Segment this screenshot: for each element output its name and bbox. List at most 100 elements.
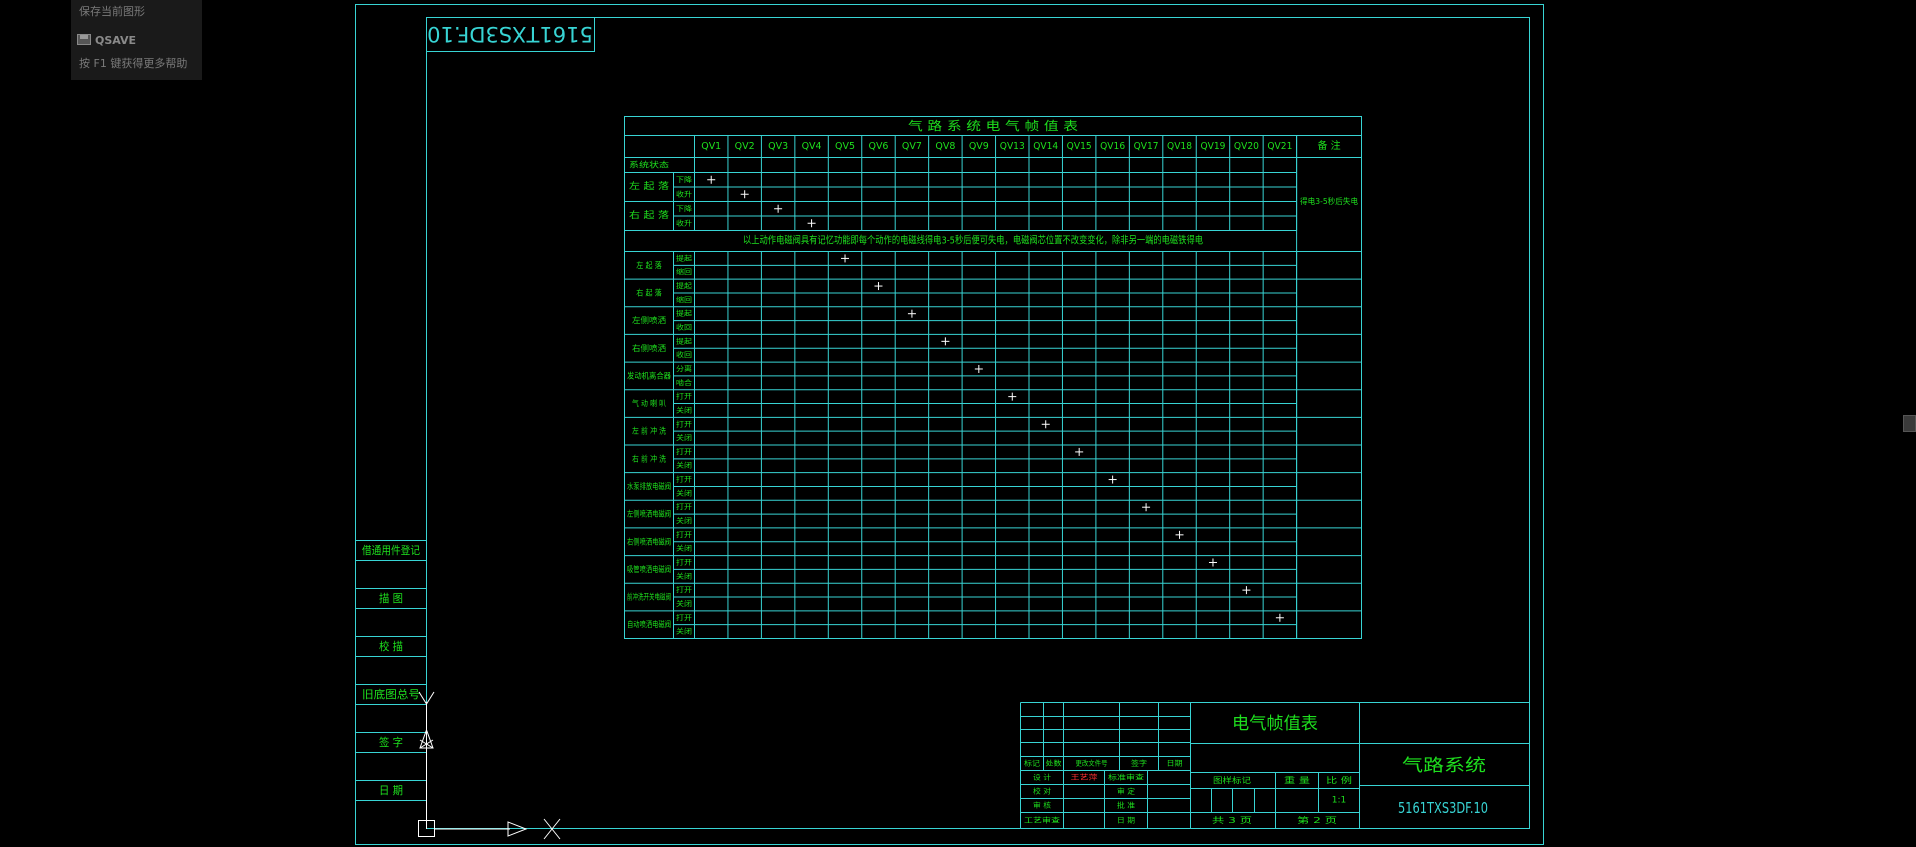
inner-border [426,17,1530,829]
state-label: 关闭 [676,627,692,636]
group-label: 左侧喷洒 [632,315,666,325]
signoff-label: 日 期 [1117,817,1135,825]
total-pages: 共 3 页 [1212,816,1252,825]
column-header: QV1 [701,141,721,152]
system-name: 气路系统 [1402,756,1486,776]
signoff-label: 审 核 [1033,801,1051,810]
state-label: 打开 [676,475,692,484]
state-label: 提起 [676,336,692,345]
ucs-icon [418,691,561,840]
designer-name: 王艺萍 [1071,773,1098,782]
group-label: 左侧喷洒电磁阀 [627,509,671,519]
table-outline [624,116,1362,639]
revision-header: 标记 [1024,759,1040,768]
column-header: QV13 [1000,141,1025,152]
note-row: 以上动作电磁阀具有记忆功能即每个动作的电磁线得电3-5秒后便可失电，电磁阀芯位置… [743,234,1203,247]
cad-line [426,691,435,705]
left-panel-label: 日 期 [379,784,403,797]
left-panel-label: 描 图 [379,591,403,605]
state-label: 缩回 [676,295,692,304]
signoff-label: 设 计 [1033,773,1051,782]
mirrored-code-box: 5161TXS3DF.10 [426,17,595,52]
column-header: QV8 [935,141,955,152]
state-label: 缩回 [676,267,692,276]
state-label: 关闭 [676,488,692,497]
column-header: QV7 [902,141,922,152]
state-label: 打开 [676,613,692,622]
state-label: 关闭 [676,599,692,608]
group-label: 前冲洗开关电磁阀 [627,592,671,602]
table-title: 气 路 系 统 电 气 帧 值 表 [908,118,1078,133]
group-label: 右 起 落 [629,209,669,221]
column-header: QV20 [1234,141,1259,152]
revision-header: 更改文件号 [1076,759,1108,768]
left-panel-label: 旧底图总号 [362,687,420,701]
column-header: QV21 [1267,141,1292,152]
column-header: QV19 [1200,141,1225,152]
column-header: QV16 [1100,141,1125,152]
group-label: 水泵排放电磁阀 [627,481,671,491]
left-panel-label: 签 字 [379,735,403,749]
group-label: 右侧喷洒 [632,343,666,353]
state-label: 提起 [676,253,692,262]
revision-header: 处数 [1046,759,1062,768]
ucs-y-letter [418,691,427,705]
group-label: 左 起 落 [636,260,662,270]
state-label: 啮合 [676,378,692,387]
column-header: QV18 [1167,141,1192,152]
state-label: 关闭 [676,461,692,470]
state-label: 打开 [676,585,692,594]
group-label: 左 起 落 [629,180,669,192]
electrical-frame-value-table: 气 路 系 统 电 气 帧 值 表 QV1 QV2 QV3 QV4 QV5 QV6 QV7 QV… [624,116,1362,639]
state-label: 收升 [676,189,692,198]
group-label: 右 起 落 [636,287,662,297]
signoff-label: 标准审查 [1108,773,1144,782]
left-side-register-panel: 借通用件登记描 图校 描旧底图总号签 字日 期 [355,540,427,801]
scale-value: 1:1 [1332,796,1346,806]
stage-mark-label: 图样标记 [1213,775,1251,785]
group-label: 发动机离合器 [627,370,671,380]
signoff-label: 审 定 [1117,787,1135,796]
column-header: QV3 [768,141,788,152]
signoff-label: 校 对 [1033,787,1051,796]
state-label: 收回 [676,350,692,359]
drawing-name: 电气帧值表 [1232,714,1318,734]
column-header: QV4 [802,141,822,152]
state-label: 打开 [676,557,692,566]
state-label: 提起 [676,309,692,318]
system-state-label: 系统状态 [629,160,669,170]
state-label: 打开 [676,392,692,401]
group-label: 右 前 冲 洗 [632,453,666,463]
left-panel-label: 借通用件登记 [362,543,420,557]
group-label: 气 动 喇 叭 [632,398,666,408]
revision-header: 签字 [1131,759,1147,768]
top-remark: 得电3-5秒后失电 [1300,196,1358,206]
state-label: 关闭 [676,571,692,580]
drawing-canvas[interactable]: 5161TXS3DF.10 气 路 系 统 电 气 帧 值 表 QV1 QV2 QV3… [0,0,1916,847]
mirrored-code-text: 5161TXS3DF.10 [427,22,593,46]
remarks-header: 备 注 [1317,139,1340,152]
state-label: 打开 [676,447,692,456]
signoff-label: 工艺审查 [1024,816,1060,825]
left-panel-label: 校 描 [379,639,403,653]
column-header: QV5 [835,141,855,152]
column-header: QV17 [1134,141,1159,152]
state-label: 收升 [676,218,692,227]
state-label: 分离 [676,364,692,373]
column-header: QV6 [868,141,888,152]
page-number: 第 2 页 [1297,815,1337,825]
state-label: 打开 [676,502,692,511]
drawing-code: 5161TXS3DF.10 [1398,799,1488,817]
column-header: QV2 [735,141,755,152]
state-label: 下降 [676,175,692,184]
state-label: 打开 [676,419,692,428]
title-block: 标记 处数 更改文件号 签字 日期设 计 王艺萍 标准审查校 对 审 定审 核 批 准工艺审查 日… [1020,702,1530,829]
group-label: 左 前 冲 洗 [632,426,666,436]
group-label: 自动喷洒电磁阀 [627,619,671,629]
group-label: 右侧喷洒电磁阀 [627,536,671,546]
column-header: QV14 [1033,141,1058,152]
state-label: 收回 [676,323,692,332]
state-label: 打开 [676,530,692,539]
column-header: QV9 [969,141,989,152]
weight-label: 重 量 [1284,775,1310,785]
